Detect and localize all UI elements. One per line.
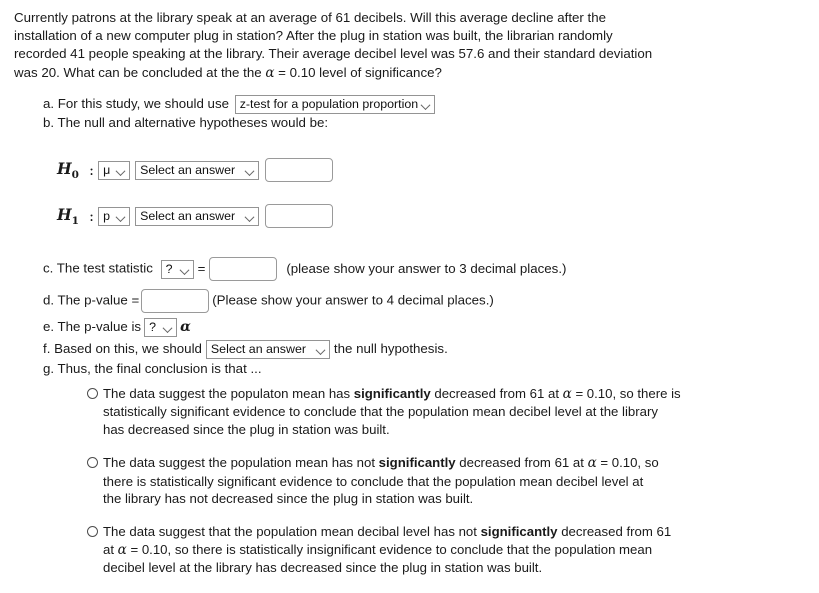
choice-2-line-3: the library has not decreased since the … xyxy=(103,491,474,507)
p-value-comparison-select[interactable]: ? xyxy=(144,318,178,337)
h0-subscript: 0 xyxy=(71,169,79,182)
problem-line-4: was 20. What can be concluded at the the… xyxy=(14,64,714,82)
choice-3-l2-b: = 0.10, so there is statistically insign… xyxy=(126,541,653,557)
part-c-row: c. The test statistic ? = (please show you… xyxy=(43,257,566,281)
part-f-label-before: f. Based on this, we should xyxy=(43,341,202,357)
problem-line-4-text: was 20. What can be concluded at the the xyxy=(14,64,266,80)
choice-3-l1-b: decreased from 61 xyxy=(557,524,672,540)
choice-2-l1-c: = 0.10, so xyxy=(596,455,659,471)
choice-3-l2-a: at xyxy=(103,541,118,557)
test-type-select[interactable]: z-test for a population proportion xyxy=(234,95,436,114)
h0-letter: H xyxy=(57,158,72,178)
choice-3-text: The data suggest that the population mea… xyxy=(103,523,819,576)
part-f-label-after: the null hypothesis. xyxy=(333,341,448,357)
choice-3-line-2: at α = 0.10, so there is statistically i… xyxy=(103,541,819,559)
problem-line-2: installation of a new computer plug in s… xyxy=(14,28,613,44)
radio-button-icon[interactable] xyxy=(87,388,98,399)
h1-subscript: 1 xyxy=(71,215,79,228)
problem-line-1: Currently patrons at the library speak a… xyxy=(14,10,607,25)
h1-comparison-select[interactable]: Select an answer xyxy=(135,206,260,226)
choice-2-l1-bold: significantly xyxy=(378,455,456,471)
part-d-hint: (Please show your answer to 4 decimal pl… xyxy=(212,292,494,308)
choice-1-l1-a: The data suggest the populaton mean has xyxy=(103,386,354,401)
part-e-row: e. The p-value is? α xyxy=(43,318,191,337)
h1-value-input[interactable] xyxy=(265,204,334,228)
choice-1-l1-bold: significantly xyxy=(353,386,431,401)
choice-option-3[interactable]: The data suggest that the population mea… xyxy=(87,523,819,576)
choice-2-text: The data suggest the population mean has… xyxy=(103,454,819,507)
hypothesis-row-h0: H0: μ Select an answer xyxy=(57,158,334,184)
worksheet-page: Currently patrons at the library speak a… xyxy=(0,0,819,575)
conclusion-choices: The data suggest the populaton mean has … xyxy=(87,385,819,593)
part-g-label: g. Thus, the final conclusion is that ..… xyxy=(43,361,262,376)
decision-select[interactable]: Select an answer xyxy=(205,340,330,359)
part-d-label: d. The p-value = xyxy=(43,292,140,308)
h0-value-input[interactable] xyxy=(265,158,334,182)
h1-letter: H xyxy=(57,204,72,224)
test-statistic-select[interactable]: ? xyxy=(160,259,194,279)
choice-3-l1-a: The data suggest that the population mea… xyxy=(103,524,481,540)
choice-1-l1-c: = 0.10, so there is xyxy=(571,386,681,401)
test-statistic-input[interactable] xyxy=(209,257,278,281)
h1-colon: : xyxy=(89,207,95,225)
hypothesis-row-h1: H1: p Select an answer xyxy=(57,204,334,230)
h0-parameter-select[interactable]: μ xyxy=(98,160,131,180)
part-d-row: d. The p-value = (Please show your answer… xyxy=(43,289,494,313)
choice-3-l1-bold: significantly xyxy=(480,524,558,540)
choice-2-line-1: The data suggest the population mean has… xyxy=(103,454,819,472)
part-e-alpha-symbol: α xyxy=(180,319,191,336)
choice-1-line-3: has decreased since the plug in station … xyxy=(103,421,390,437)
choice-1-l1-alpha: α xyxy=(562,386,572,402)
choice-1-line-1: The data suggest the populaton mean has … xyxy=(103,385,819,403)
part-c-hint: (please show your answer to 3 decimal pl… xyxy=(286,260,567,276)
part-c-label: c. The test statistic xyxy=(43,260,153,276)
problem-line-3: recorded 41 people speaking at the libra… xyxy=(14,46,653,62)
choice-1-line-2: statistically significant evidence to co… xyxy=(103,404,658,420)
choice-3-line-1: The data suggest that the population mea… xyxy=(103,523,819,540)
choice-1-l1-b: decreased from 61 at xyxy=(430,386,563,401)
h0-colon: : xyxy=(89,161,95,179)
choice-2-line-2: there is statistically significant evide… xyxy=(103,473,644,489)
choice-3-l2-alpha: α xyxy=(117,541,127,558)
radio-button-icon[interactable] xyxy=(87,457,98,469)
p-value-input[interactable] xyxy=(141,289,210,313)
part-f-row: f. Based on this, we should Select an ans… xyxy=(43,340,448,359)
choice-1-text: The data suggest the populaton mean has … xyxy=(103,385,819,438)
part-e-label: e. The p-value is xyxy=(43,319,142,335)
choice-3-line-3: decibel level at the library has decreas… xyxy=(103,560,543,576)
h1-parameter-select[interactable]: p xyxy=(98,206,131,226)
choice-2-l1-a: The data suggest the population mean has… xyxy=(103,455,379,471)
choice-2-l1-alpha: α xyxy=(587,455,597,472)
h1-label: H1 xyxy=(57,205,89,227)
choice-2-l1-b: decreased from 61 at xyxy=(455,455,588,471)
choice-option-1[interactable]: The data suggest the populaton mean has … xyxy=(87,385,819,438)
part-a-label: a. For this study, we should use xyxy=(43,96,230,112)
h0-label: H0 xyxy=(57,159,89,181)
radio-button-icon[interactable] xyxy=(87,526,98,538)
problem-statement: Currently patrons at the library speak a… xyxy=(14,9,714,82)
part-a-row: a. For this study, we should use z-test … xyxy=(43,95,436,114)
part-b-label: b. The null and alternative hypotheses w… xyxy=(43,115,329,130)
h0-comparison-select[interactable]: Select an answer xyxy=(135,160,260,180)
problem-line-4-tail: = 0.10 level of significance? xyxy=(274,64,442,80)
part-c-equals: = xyxy=(197,260,206,276)
choice-option-2[interactable]: The data suggest the population mean has… xyxy=(87,454,819,507)
